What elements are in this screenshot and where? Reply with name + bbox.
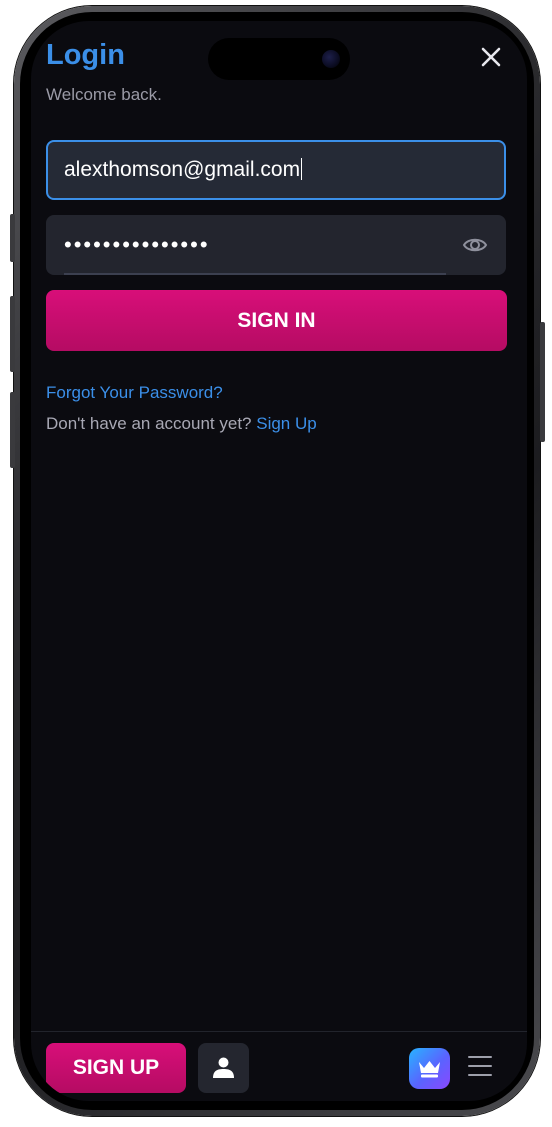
bottom-sign-up-button[interactable]: SIGN UP <box>46 1043 186 1093</box>
volume-up-button <box>10 296 15 372</box>
sign-up-link[interactable]: Sign Up <box>256 414 316 433</box>
password-underline <box>64 273 446 275</box>
text-caret <box>301 158 303 180</box>
action-button <box>10 214 15 262</box>
email-field[interactable]: alexthomson@gmail.com <box>46 140 506 200</box>
page-title: Login <box>46 39 125 71</box>
app-screen: Login Welcome back. alexthomson@gmail.co… <box>31 21 527 1101</box>
no-account-text: Don't have an account yet? <box>46 414 252 433</box>
show-password-toggle[interactable] <box>462 233 488 257</box>
hamburger-menu-button[interactable] <box>468 1056 494 1080</box>
email-text: alexthomson@gmail.com <box>64 158 301 181</box>
volume-down-button <box>10 392 15 468</box>
dynamic-island <box>208 38 350 80</box>
password-field[interactable]: ••••••••••••••• <box>46 215 506 275</box>
vip-crown-button[interactable] <box>409 1048 450 1089</box>
profile-button[interactable] <box>198 1043 249 1093</box>
signup-prompt-line: Don't have an account yet? Sign Up <box>46 414 317 434</box>
power-button <box>540 322 545 442</box>
eye-icon <box>462 238 488 252</box>
password-value: ••••••••••••••• <box>64 232 210 257</box>
close-icon <box>481 47 501 67</box>
close-button[interactable] <box>477 43 505 71</box>
crown-icon <box>419 1061 440 1078</box>
bottom-bar-divider <box>31 1031 527 1032</box>
forgot-password-link[interactable]: Forgot Your Password? <box>46 383 223 403</box>
page-subtitle: Welcome back. <box>46 85 162 104</box>
user-icon <box>213 1057 234 1078</box>
sign-in-button[interactable]: SIGN IN <box>46 290 507 351</box>
email-value: alexthomson@gmail.com <box>64 158 303 182</box>
front-camera <box>322 50 340 68</box>
